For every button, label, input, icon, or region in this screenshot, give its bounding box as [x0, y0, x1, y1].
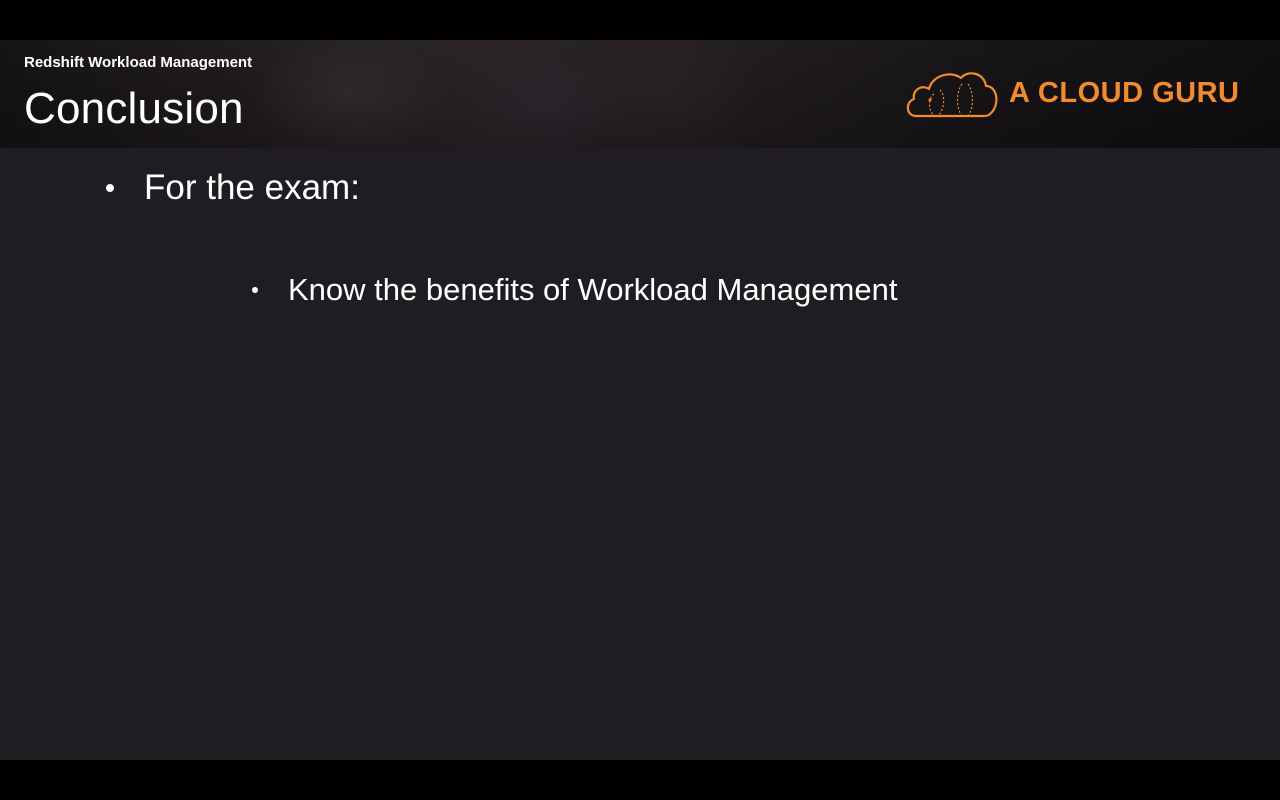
brand-logo-text: A CLOUD GURU — [1009, 77, 1240, 109]
slide-title: Conclusion — [24, 84, 244, 133]
brand-logo: A CLOUD GURU — [904, 66, 1244, 122]
sub-bullet-icon — [252, 287, 258, 293]
sub-bullet-label: Know the benefits of Workload Management — [288, 272, 898, 307]
slide-header: Redshift Workload Management Conclusion … — [0, 40, 1280, 148]
course-title: Redshift Workload Management — [24, 54, 253, 71]
slide: Redshift Workload Management Conclusion … — [0, 40, 1280, 760]
cloud-logo-icon — [906, 72, 998, 118]
bullet-label: For the exam: — [144, 168, 360, 207]
bullet-item: For the exam: — [106, 168, 360, 208]
letterbox-top — [0, 0, 1280, 40]
bullet-icon — [106, 184, 114, 192]
letterbox-bottom — [0, 760, 1280, 800]
sub-bullet-item: Know the benefits of Workload Management — [252, 272, 897, 308]
